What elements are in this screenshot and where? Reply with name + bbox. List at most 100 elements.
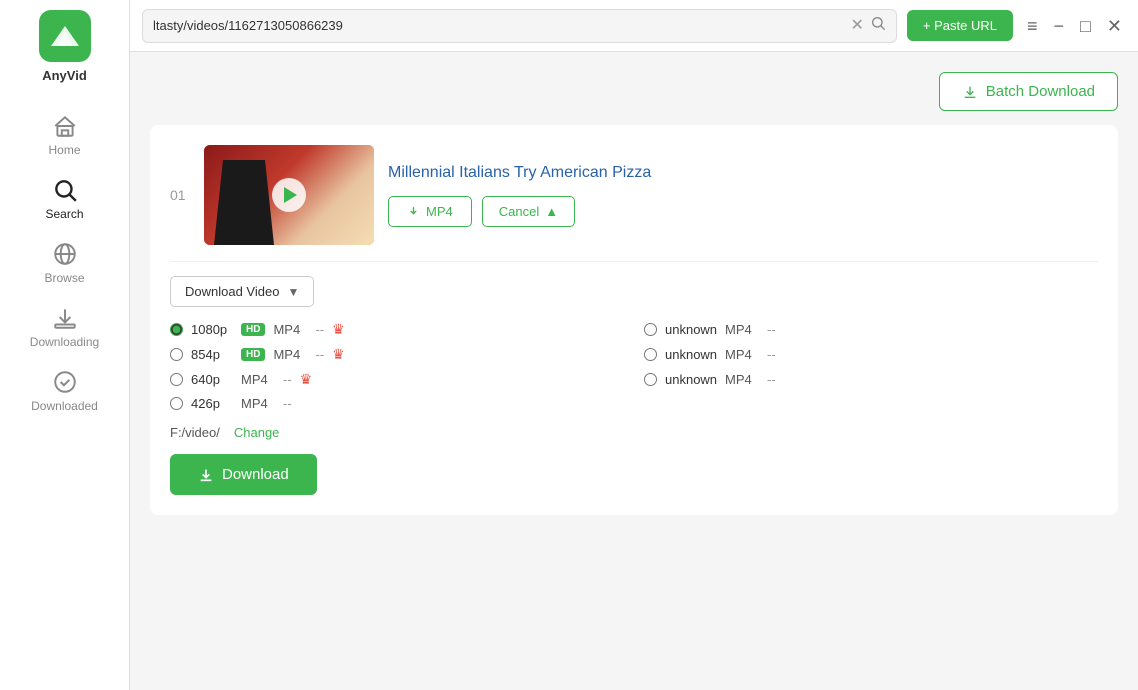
premium-icon-640p: ♛ [300, 371, 313, 388]
quality-radio-426p[interactable] [170, 397, 183, 410]
quality-row-unknown-3: unknown MP4 -- [644, 371, 1098, 388]
main-area: ltasty/videos/1162713050866239 ✕ + Paste… [130, 0, 1138, 690]
fmt-426p: MP4 [241, 396, 275, 411]
quality-row-426p: 426p MP4 -- [170, 396, 624, 411]
dash-unknown-2: -- [767, 347, 776, 362]
quality-row-unknown-1: unknown MP4 -- [644, 321, 1098, 338]
fmt-640p: MP4 [241, 372, 275, 387]
video-info: Millennial Italians Try American Pizza M… [388, 164, 1098, 227]
sidebar-item-search[interactable]: Search [0, 167, 129, 231]
cancel-button[interactable]: Cancel ▲ [482, 196, 575, 227]
video-card: 01 Millennial Italians Try American Pizz… [150, 125, 1118, 515]
top-actions: Batch Download [150, 72, 1118, 111]
quality-row-empty [644, 396, 1098, 411]
res-640p: 640p [191, 372, 233, 387]
person-silhouette [214, 160, 274, 245]
res-854p: 854p [191, 347, 233, 362]
video-actions: MP4 Cancel ▲ [388, 196, 1098, 227]
sidebar-item-downloaded-label: Downloaded [31, 399, 98, 413]
dash-854p: -- [315, 347, 324, 362]
dropdown-label: Download Video [185, 284, 279, 299]
paste-url-button[interactable]: + Paste URL [907, 10, 1013, 41]
quality-radio-unknown-1[interactable] [644, 323, 657, 336]
dash-1080p: -- [315, 322, 324, 337]
video-thumbnail[interactable] [204, 145, 374, 245]
quality-radio-854p[interactable] [170, 348, 183, 361]
save-path-text: F:/video/ [170, 425, 220, 440]
fmt-unknown-1: MP4 [725, 322, 759, 337]
maximize-button[interactable]: □ [1076, 17, 1095, 35]
premium-icon-854p: ♛ [332, 346, 345, 363]
sidebar-item-browse-label: Browse [44, 271, 84, 285]
mp4-label: MP4 [426, 204, 453, 219]
options-panel: Download Video ▼ 1080p HD MP4 -- ♛ [170, 261, 1098, 495]
home-icon [52, 113, 78, 139]
sidebar-item-home[interactable]: Home [0, 103, 129, 167]
quality-row-640p: 640p MP4 -- ♛ [170, 371, 624, 388]
url-search-icon [870, 15, 886, 36]
url-clear-button[interactable]: ✕ [851, 18, 864, 34]
minimize-button[interactable]: − [1050, 17, 1069, 35]
sidebar-item-downloading[interactable]: Downloading [0, 295, 129, 359]
quality-radio-unknown-2[interactable] [644, 348, 657, 361]
sidebar-item-home-label: Home [48, 143, 80, 157]
res-unknown-1: unknown [665, 322, 717, 337]
dash-640p: -- [283, 372, 292, 387]
download-small-icon [407, 205, 420, 218]
app-logo [39, 10, 91, 62]
sidebar: AnyVid Home Search Browse Downloading [0, 0, 130, 690]
play-button[interactable] [272, 178, 306, 212]
content-area: Batch Download 01 Millennial Italians Tr… [130, 52, 1138, 690]
hd-badge-854p: HD [241, 348, 265, 361]
fmt-unknown-2: MP4 [725, 347, 759, 362]
logo-area: AnyVid [39, 10, 91, 83]
quality-radio-unknown-3[interactable] [644, 373, 657, 386]
res-1080p: 1080p [191, 322, 233, 337]
batch-download-button[interactable]: Batch Download [939, 72, 1118, 111]
batch-download-icon [962, 84, 978, 100]
sidebar-item-downloaded[interactable]: Downloaded [0, 359, 129, 423]
downloaded-icon [52, 369, 78, 395]
fmt-854p: MP4 [273, 347, 307, 362]
cancel-chevron-icon: ▲ [545, 204, 558, 219]
menu-button[interactable]: ≡ [1023, 17, 1042, 35]
download-type-dropdown[interactable]: Download Video ▼ [170, 276, 314, 307]
fmt-1080p: MP4 [273, 322, 307, 337]
res-426p: 426p [191, 396, 233, 411]
quality-row-1080p: 1080p HD MP4 -- ♛ [170, 321, 624, 338]
download-button[interactable]: Download [170, 454, 317, 495]
change-path-button[interactable]: Change [234, 425, 280, 440]
res-unknown-2: unknown [665, 347, 717, 362]
fmt-unknown-3: MP4 [725, 372, 759, 387]
mp4-button[interactable]: MP4 [388, 196, 472, 227]
quality-row-unknown-2: unknown MP4 -- [644, 346, 1098, 363]
quality-row-854p: 854p HD MP4 -- ♛ [170, 346, 624, 363]
download-icon [198, 467, 214, 483]
dash-426p: -- [283, 396, 292, 411]
quality-radio-640p[interactable] [170, 373, 183, 386]
sidebar-item-downloading-label: Downloading [30, 335, 99, 349]
res-unknown-3: unknown [665, 372, 717, 387]
dropdown-arrow-icon: ▼ [287, 285, 299, 299]
browse-icon [52, 241, 78, 267]
app-name: AnyVid [42, 68, 87, 83]
window-controls: ≡ − □ ✕ [1023, 17, 1126, 35]
url-bar: ltasty/videos/1162713050866239 ✕ [142, 9, 897, 43]
batch-download-label: Batch Download [986, 83, 1095, 100]
video-title: Millennial Italians Try American Pizza [388, 164, 1098, 182]
quality-radio-1080p[interactable] [170, 323, 183, 336]
quality-grid: 1080p HD MP4 -- ♛ unknown MP4 -- [170, 321, 1098, 411]
video-header: 01 Millennial Italians Try American Pizz… [170, 145, 1098, 245]
downloading-icon [52, 305, 78, 331]
premium-icon-1080p: ♛ [332, 321, 345, 338]
sidebar-item-browse[interactable]: Browse [0, 231, 129, 295]
url-text: ltasty/videos/1162713050866239 [153, 18, 845, 33]
download-label: Download [222, 466, 289, 483]
dash-unknown-3: -- [767, 372, 776, 387]
dash-unknown-1: -- [767, 322, 776, 337]
hd-badge-1080p: HD [241, 323, 265, 336]
sidebar-item-search-label: Search [45, 207, 83, 221]
cancel-label: Cancel [499, 204, 539, 219]
close-button[interactable]: ✕ [1103, 17, 1126, 35]
video-index: 01 [170, 187, 190, 203]
